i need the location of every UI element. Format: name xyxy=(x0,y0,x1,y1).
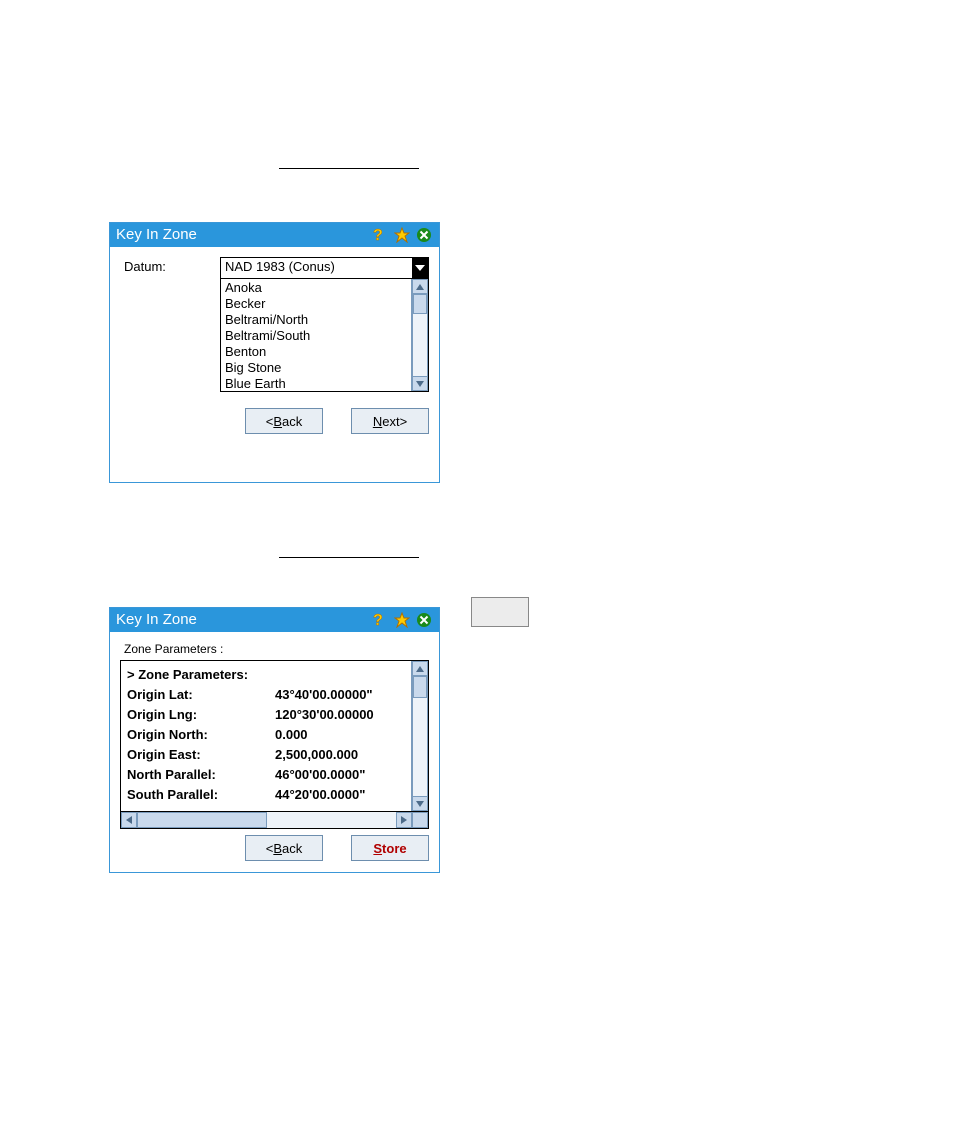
title-bar: Key In Zone ? xyxy=(110,608,439,632)
zone-parameters-panel: > Zone Parameters: Origin Lat:43°40'00.0… xyxy=(120,660,429,812)
back-button[interactable]: < Back xyxy=(245,835,323,861)
scrollbar-thumb[interactable] xyxy=(413,294,427,314)
dialog-keyin-zone-1: Key In Zone ? Datum: NAD 1983 (Conus) xyxy=(109,222,440,483)
scroll-down-icon[interactable] xyxy=(412,796,428,811)
param-row: Origin Lng:120°30'00.00000 xyxy=(127,705,411,725)
param-row: South Parallel:44°20'00.0000" xyxy=(127,785,411,805)
param-row: Origin Lat:43°40'00.00000" xyxy=(127,685,411,705)
list-item[interactable]: Beltrami/North xyxy=(225,312,407,328)
datum-dropdown[interactable]: NAD 1983 (Conus) xyxy=(220,257,429,279)
dialog-title: Key In Zone xyxy=(116,223,197,247)
hscrollbar-track[interactable] xyxy=(137,812,396,828)
next-button[interactable]: Next > xyxy=(351,408,429,434)
help-icon[interactable]: ? xyxy=(371,226,389,244)
list-item[interactable]: Benton xyxy=(225,344,407,360)
rule-2 xyxy=(279,557,419,558)
scrollbar-track[interactable] xyxy=(412,676,428,796)
scrollbar-thumb[interactable] xyxy=(413,676,427,698)
datum-label: Datum: xyxy=(124,257,220,279)
scroll-up-icon[interactable] xyxy=(412,661,428,676)
panel-header: > Zone Parameters: xyxy=(127,665,411,685)
scroll-down-icon[interactable] xyxy=(412,376,428,391)
rule-1 xyxy=(279,168,419,169)
floating-button[interactable] xyxy=(471,597,529,627)
dialog-keyin-zone-2: Key In Zone ? Zone Parameters : > Zone P… xyxy=(109,607,440,873)
scrollbar-track[interactable] xyxy=(412,294,428,376)
star-icon[interactable] xyxy=(393,226,411,244)
list-item[interactable]: Becker xyxy=(225,296,407,312)
svg-text:?: ? xyxy=(373,227,383,243)
panel-vscrollbar[interactable] xyxy=(411,661,428,811)
param-row: Origin East:2,500,000.000 xyxy=(127,745,411,765)
close-icon[interactable] xyxy=(415,611,433,629)
list-item[interactable]: Big Stone xyxy=(225,360,407,376)
close-icon[interactable] xyxy=(415,226,433,244)
back-button[interactable]: < Back xyxy=(245,408,323,434)
param-row: North Parallel:46°00'00.0000" xyxy=(127,765,411,785)
zone-listbox[interactable]: Anoka Becker Beltrami/North Beltrami/Sou… xyxy=(220,279,429,392)
title-bar: Key In Zone ? xyxy=(110,223,439,247)
panel-hscrollbar[interactable] xyxy=(120,812,429,829)
scroll-left-icon[interactable] xyxy=(121,812,137,828)
list-item[interactable]: Blue Earth xyxy=(225,376,407,392)
zone-parameters-label: Zone Parameters : xyxy=(120,638,429,660)
hscrollbar-thumb[interactable] xyxy=(137,812,267,828)
store-button[interactable]: Store xyxy=(351,835,429,861)
list-item[interactable]: Anoka xyxy=(225,280,407,296)
dropdown-arrow-icon[interactable] xyxy=(412,258,428,278)
scroll-right-icon[interactable] xyxy=(396,812,412,828)
param-row: Origin North:0.000 xyxy=(127,725,411,745)
dialog-title: Key In Zone xyxy=(116,608,197,632)
svg-text:?: ? xyxy=(373,612,383,628)
star-icon[interactable] xyxy=(393,611,411,629)
list-item[interactable]: Beltrami/South xyxy=(225,328,407,344)
scrollbar-corner xyxy=(412,812,428,828)
listbox-scrollbar[interactable] xyxy=(411,279,428,391)
datum-value: NAD 1983 (Conus) xyxy=(221,258,412,278)
scroll-up-icon[interactable] xyxy=(412,279,428,294)
help-icon[interactable]: ? xyxy=(371,611,389,629)
